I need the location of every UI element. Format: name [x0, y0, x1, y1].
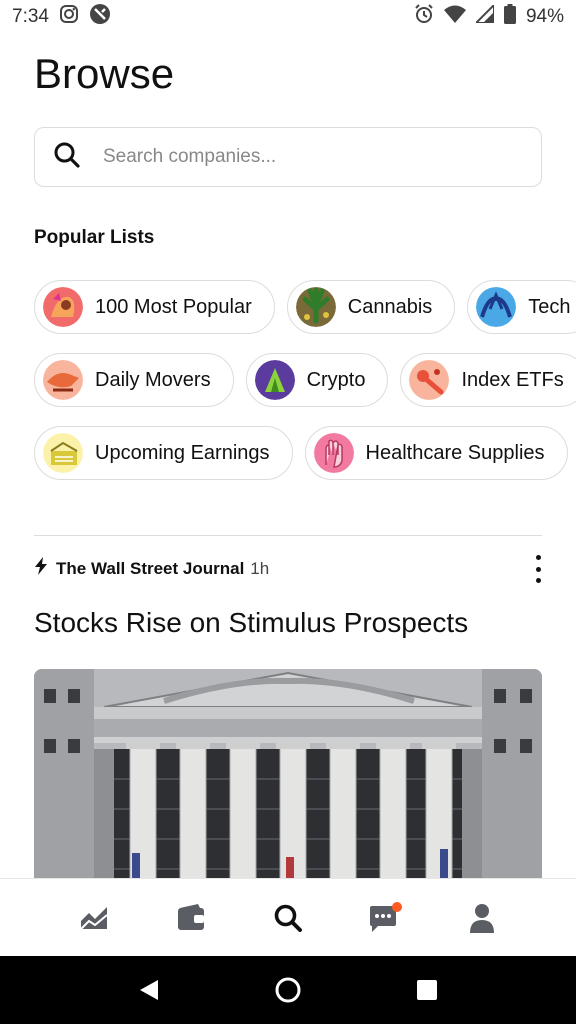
status-time: 7:34 — [12, 6, 49, 27]
chart-icon — [79, 906, 108, 930]
search-input[interactable] — [101, 145, 505, 169]
daily-movers-list-icon — [43, 360, 83, 400]
news-time: 1h — [250, 558, 270, 578]
popular-lists-carousel[interactable]: 100 Most Popular Cannabis Tech Daily Mov… — [0, 270, 576, 500]
section-divider — [34, 535, 542, 536]
bottom-tab-bar — [0, 878, 576, 956]
tab-browse[interactable] — [258, 888, 318, 948]
list-chip-label: Crypto — [306, 368, 366, 391]
app-notification-icon — [89, 3, 111, 31]
list-chip-index-etfs[interactable]: Index ETFs — [400, 353, 576, 407]
news-source: The Wall Street Journal — [56, 558, 245, 578]
tab-account[interactable] — [452, 888, 512, 948]
wallet-icon — [177, 903, 204, 930]
account-icon — [470, 903, 495, 933]
back-icon — [140, 980, 159, 1000]
list-chip-label: Healthcare Supplies — [365, 441, 545, 464]
tab-cash[interactable] — [161, 888, 221, 948]
alarm-icon — [414, 4, 434, 30]
battery-icon — [503, 4, 516, 30]
list-chip-daily-movers[interactable]: Daily Movers — [34, 353, 234, 407]
wifi-icon — [443, 5, 466, 29]
instagram-icon — [59, 4, 79, 30]
stock-exchange-building-photo — [34, 669, 542, 879]
tab-investing[interactable] — [64, 888, 124, 948]
list-chip-upcoming-earnings[interactable]: Upcoming Earnings — [34, 426, 293, 480]
healthcare-supplies-list-icon — [313, 433, 354, 473]
overview-icon — [416, 980, 437, 1000]
upcoming-earnings-list-icon — [43, 433, 83, 473]
system-nav-bar — [0, 956, 576, 1024]
popular-list-icon — [43, 287, 83, 327]
back-button[interactable] — [124, 965, 174, 1015]
lightning-icon — [34, 557, 48, 580]
list-chip-label: 100 Most Popular — [95, 295, 252, 318]
popular-lists-title: Popular Lists — [34, 227, 155, 248]
list-chip-label: Upcoming Earnings — [95, 441, 270, 464]
home-button[interactable] — [263, 965, 313, 1015]
status-bar: 7:34 94% — [0, 0, 576, 34]
page-title: Browse — [34, 50, 175, 97]
search-icon — [274, 904, 302, 932]
tech-list-icon — [476, 287, 517, 327]
list-chip-label: Cannabis — [347, 295, 433, 318]
news-meta: The Wall Street Journal 1h — [34, 557, 269, 580]
home-icon — [275, 977, 301, 1003]
search-icon — [53, 141, 81, 174]
search-bar[interactable] — [34, 127, 542, 187]
list-chip-cannabis[interactable]: Cannabis — [286, 280, 456, 334]
cannabis-list-icon — [295, 287, 336, 327]
news-headline[interactable]: Stocks Rise on Stimulus Prospects — [34, 607, 468, 639]
signal-icon — [473, 2, 495, 29]
overview-button[interactable] — [402, 965, 452, 1015]
news-image[interactable] — [34, 669, 542, 879]
list-chip-label: Tech — [528, 295, 571, 318]
messages-icon — [370, 901, 403, 932]
notification-badge — [392, 901, 403, 912]
index-etfs-list-icon — [409, 360, 450, 400]
list-chip-label: Index ETFs — [461, 368, 564, 391]
tab-messages[interactable] — [355, 888, 415, 948]
list-chip-100-most-popular[interactable]: 100 Most Popular — [34, 280, 275, 334]
list-chip-healthcare-supplies[interactable]: Healthcare Supplies — [304, 426, 568, 480]
list-chip-label: Daily Movers — [95, 368, 211, 391]
more-options-icon[interactable] — [528, 555, 548, 583]
crypto-list-icon — [254, 360, 295, 400]
list-chip-tech[interactable]: Tech — [467, 280, 576, 334]
list-chip-crypto[interactable]: Crypto — [245, 353, 389, 407]
battery-percent: 94% — [525, 6, 564, 27]
